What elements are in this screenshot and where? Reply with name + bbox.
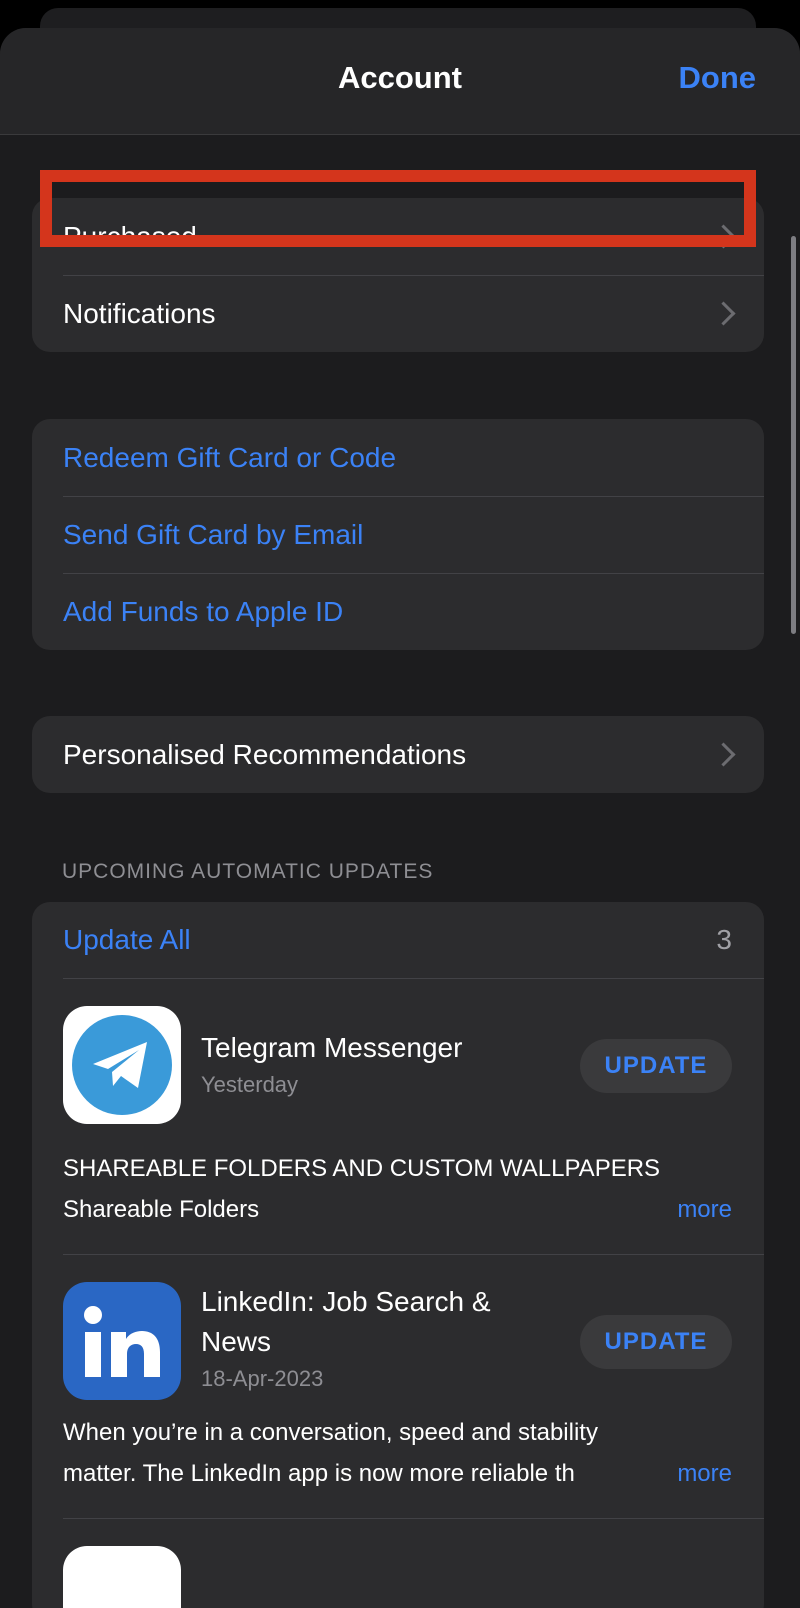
- app-update-item: [32, 1518, 764, 1608]
- update-count: 3: [716, 924, 732, 955]
- more-link[interactable]: more: [665, 1453, 732, 1494]
- release-notes-line: matter. The LinkedIn app is now more rel…: [63, 1460, 575, 1487]
- linkedin-icon[interactable]: [63, 1282, 181, 1400]
- update-all-row[interactable]: Update All 3: [32, 902, 764, 978]
- notifications-row[interactable]: Notifications: [32, 275, 764, 352]
- update-all-label: Update All: [63, 924, 191, 955]
- telegram-icon[interactable]: [63, 1006, 181, 1124]
- app-date: Yesterday: [201, 1072, 299, 1097]
- app-name-block: Telegram Messenger Yesterday: [201, 1028, 521, 1102]
- nav-bar: Account Done: [0, 28, 800, 135]
- updates-section-header: UPCOMING AUTOMATIC UPDATES: [62, 860, 434, 883]
- update-button[interactable]: UPDATE: [580, 1039, 732, 1093]
- add-funds-label: Add Funds to Apple ID: [63, 595, 344, 627]
- app-icon[interactable]: [63, 1546, 181, 1608]
- app-date: 18-Apr-2023: [201, 1366, 324, 1391]
- redeem-gift-card-label: Redeem Gift Card or Code: [63, 441, 397, 473]
- release-notes-line: SHAREABLE FOLDERS AND CUSTOM WALLPAPERS: [63, 1155, 661, 1182]
- scrollbar[interactable]: [791, 236, 796, 634]
- app-update-item: LinkedIn: Job Search & News 18-Apr-2023 …: [32, 1254, 764, 1518]
- update-button[interactable]: UPDATE: [580, 1315, 732, 1369]
- done-button[interactable]: Done: [679, 60, 757, 96]
- app-name: Telegram Messenger: [201, 1032, 463, 1063]
- notifications-label: Notifications: [63, 297, 216, 329]
- app-name-block: LinkedIn: Job Search & News 18-Apr-2023: [201, 1282, 521, 1396]
- app-update-item: Telegram Messenger Yesterday UPDATE SHAR…: [32, 978, 764, 1254]
- redeem-gift-card-row[interactable]: Redeem Gift Card or Code: [32, 419, 764, 496]
- updates-group: Update All 3 Telegram Messenger Yesterda…: [32, 902, 764, 1608]
- personalised-group: Personalised Recommendations: [32, 716, 764, 793]
- gift-group: Redeem Gift Card or Code Send Gift Card …: [32, 419, 764, 650]
- send-gift-card-row[interactable]: Send Gift Card by Email: [32, 496, 764, 573]
- personalised-recommendations-label: Personalised Recommendations: [63, 738, 467, 770]
- send-gift-card-label: Send Gift Card by Email: [63, 518, 364, 550]
- app-name: LinkedIn: Job Search & News: [201, 1286, 491, 1357]
- highlight-box: [40, 170, 756, 247]
- release-notes: SHAREABLE FOLDERS AND CUSTOM WALLPAPERS …: [63, 1148, 732, 1230]
- more-link[interactable]: more: [665, 1189, 732, 1230]
- add-funds-row[interactable]: Add Funds to Apple ID: [32, 573, 764, 650]
- account-sheet: Account Done Purchased Notifications Red…: [0, 28, 800, 1608]
- release-notes: When you’re in a conversation, speed and…: [63, 1412, 732, 1494]
- release-notes-line: When you’re in a conversation, speed and…: [63, 1419, 598, 1446]
- release-notes-line: Shareable Folders: [63, 1196, 260, 1223]
- chevron-right-icon: [711, 300, 736, 326]
- chevron-right-icon: [711, 741, 736, 767]
- personalised-recommendations-row[interactable]: Personalised Recommendations: [32, 716, 764, 793]
